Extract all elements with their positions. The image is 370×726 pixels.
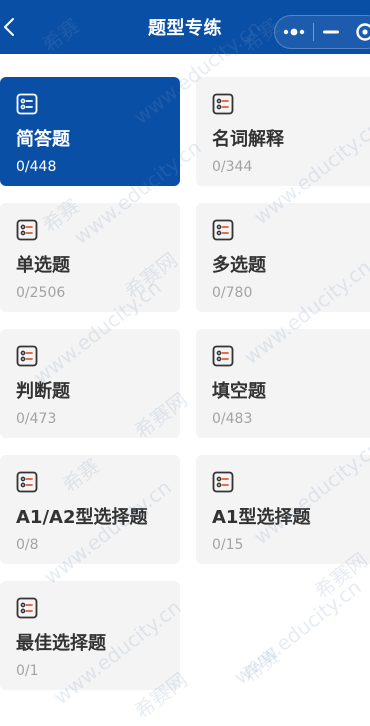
card-progress-count: 0/2506 [16,285,66,301]
card-progress-count: 0/483 [212,411,253,427]
question-type-card[interactable]: 名词解释 0/344 [196,77,370,186]
question-type-card[interactable]: A1/A2型选择题 0/8 [0,455,180,564]
navigation-bar: 题型专练 [0,0,370,54]
list-checklist-icon [16,471,38,493]
card-title: 单选题 [16,255,70,276]
card-progress-count: 0/15 [212,537,244,553]
question-type-card[interactable]: 单选题 0/2506 [0,203,180,312]
card-title: A1/A2型选择题 [16,507,148,528]
close-button[interactable] [349,16,370,48]
card-progress-count: 0/344 [212,159,253,175]
question-type-card[interactable]: 判断题 0/473 [0,329,180,438]
list-checklist-icon [16,597,38,619]
minimize-button[interactable] [314,16,350,48]
list-checklist-icon [212,93,234,115]
list-checklist-icon [212,471,234,493]
question-type-card[interactable]: A1型选择题 0/15 [196,455,370,564]
question-type-card[interactable]: 填空题 0/483 [196,329,370,438]
question-type-grid: 简答题 0/448 名词解释 0/344 单选题 0/2506 多选题 0/780 判断题 0/4… [0,77,370,690]
more-dots-icon [283,28,305,36]
card-progress-count: 0/448 [16,159,57,175]
card-progress-count: 0/780 [212,285,253,301]
card-title: 名词解释 [212,129,284,150]
card-title: 简答题 [16,129,70,150]
list-checklist-icon [16,93,38,115]
card-title: 最佳选择题 [16,633,106,654]
mini-program-capsule [274,15,370,49]
card-progress-count: 0/473 [16,411,57,427]
card-title: 判断题 [16,381,70,402]
close-circle-icon [356,23,370,41]
card-title: A1型选择题 [212,507,311,528]
list-checklist-icon [16,345,38,367]
question-type-card[interactable]: 最佳选择题 0/1 [0,581,180,690]
more-button[interactable] [275,16,313,48]
list-checklist-icon [16,219,38,241]
card-progress-count: 0/1 [16,663,39,679]
question-type-card[interactable]: 简答题 0/448 [0,77,180,186]
list-checklist-icon [212,219,234,241]
card-progress-count: 0/8 [16,537,39,553]
minimize-icon [323,30,340,34]
card-title: 填空题 [212,381,266,402]
list-checklist-icon [212,345,234,367]
card-title: 多选题 [212,255,266,276]
question-type-card[interactable]: 多选题 0/780 [196,203,370,312]
